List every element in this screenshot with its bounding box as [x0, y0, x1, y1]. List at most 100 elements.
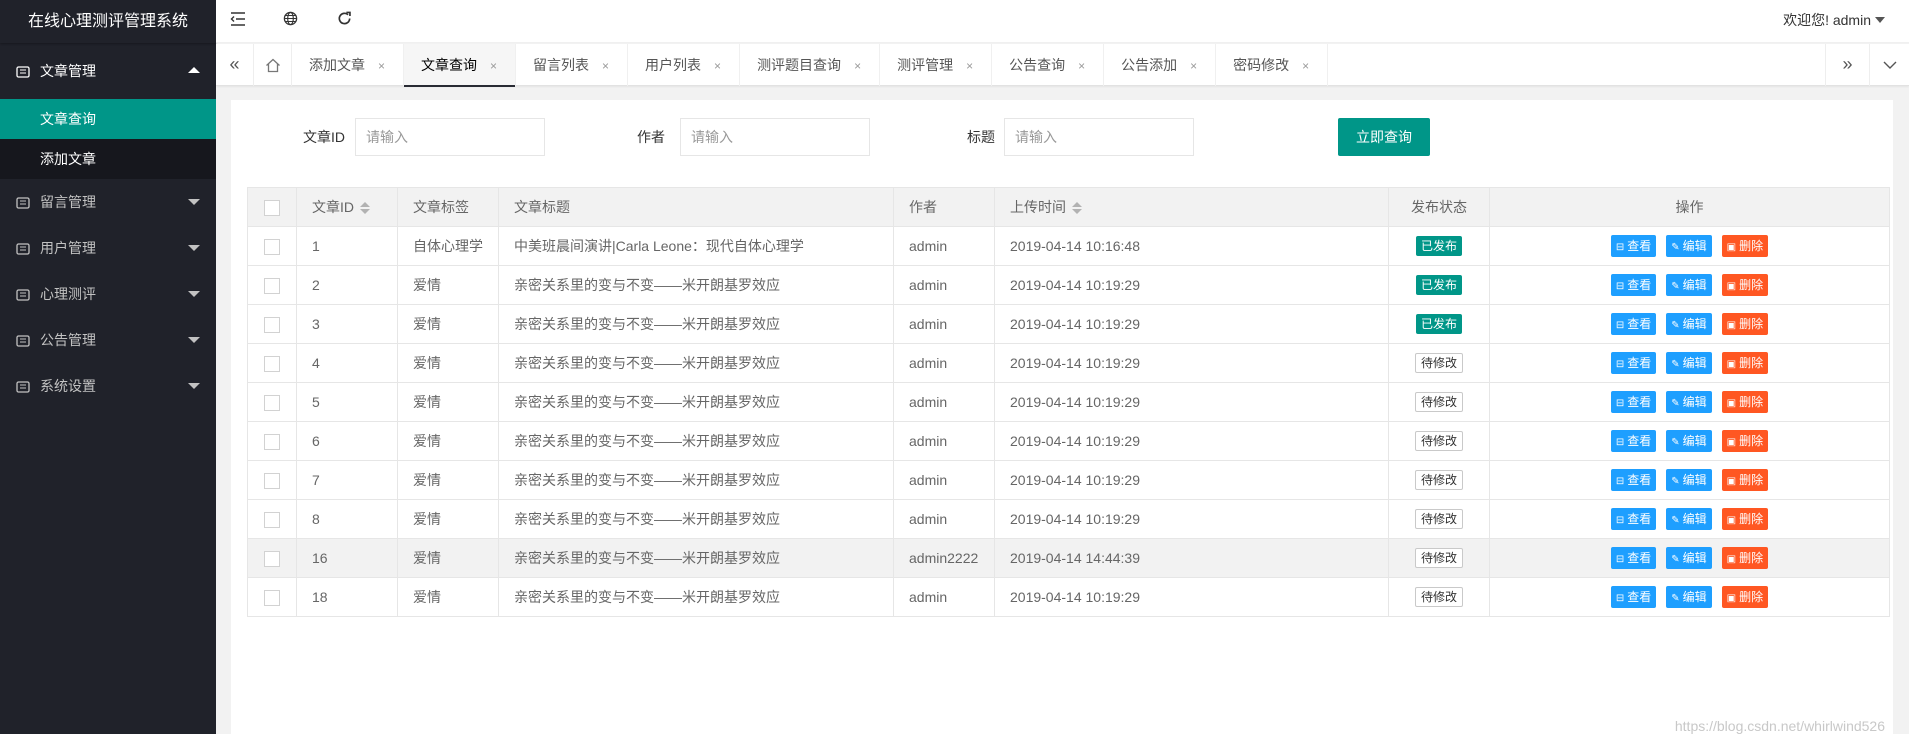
sidebar-item[interactable]: 用户管理 [0, 225, 216, 271]
table-row[interactable]: 6 爱情 亲密关系里的变与不变——米开朗基罗效应 admin 2019-04-14 10… [247, 421, 1890, 461]
delete-button[interactable]: ▣ 删除 [1721, 586, 1769, 608]
view-button[interactable]: ⊟ 查看 [1610, 235, 1657, 257]
table-row[interactable]: 8 爱情 亲密关系里的变与不变——米开朗基罗效应 admin 2019-04-14 10… [247, 499, 1890, 539]
row-select-cell[interactable] [247, 421, 297, 461]
table-row[interactable]: 2 爱情 亲密关系里的变与不变——米开朗基罗效应 admin 2019-04-14 10… [247, 265, 1890, 305]
article-id-input[interactable] [355, 118, 545, 156]
delete-button[interactable]: ▣ 删除 [1721, 547, 1769, 569]
table-row[interactable]: 1 自体心理学 中美班晨间演讲|Carla Leone：现代自体心理学 admin 20… [247, 226, 1890, 266]
delete-button[interactable]: ▣ 删除 [1721, 469, 1769, 491]
view-button[interactable]: ⊟ 查看 [1610, 274, 1657, 296]
home-icon[interactable] [254, 44, 292, 86]
delete-button[interactable]: ▣ 删除 [1721, 391, 1769, 413]
row-checkbox[interactable] [264, 550, 280, 567]
row-select-cell[interactable] [247, 304, 297, 344]
edit-button[interactable]: ✎ 编辑 [1666, 586, 1712, 608]
row-checkbox[interactable] [264, 277, 280, 294]
tab-item[interactable]: 文章查询 × [404, 44, 517, 87]
row-select-cell[interactable] [247, 382, 297, 422]
table-row[interactable]: 3 爱情 亲密关系里的变与不变——米开朗基罗效应 admin 2019-04-14 10… [247, 304, 1890, 344]
tab-item[interactable]: 测评管理 × [880, 44, 993, 86]
row-checkbox[interactable] [264, 433, 280, 450]
user-menu[interactable]: 欢迎您! admin [1783, 0, 1885, 43]
tab-item[interactable]: 留言列表 × [516, 44, 629, 86]
menu-fold-icon[interactable] [216, 0, 260, 43]
delete-button[interactable]: ▣ 删除 [1721, 430, 1769, 452]
row-checkbox[interactable] [264, 316, 280, 333]
close-icon[interactable]: × [714, 59, 721, 73]
author-input[interactable] [680, 118, 870, 156]
tab-item[interactable]: 公告查询 × [992, 44, 1105, 86]
delete-button[interactable]: ▣ 删除 [1721, 508, 1769, 530]
edit-button[interactable]: ✎ 编辑 [1666, 274, 1712, 296]
table-row[interactable]: 5 爱情 亲密关系里的变与不变——米开朗基罗效应 admin 2019-04-14 10… [247, 382, 1890, 422]
select-all-cell[interactable] [247, 187, 297, 227]
edit-button[interactable]: ✎ 编辑 [1666, 430, 1712, 452]
column-header-time[interactable]: 上传时间 [994, 187, 1389, 227]
view-button[interactable]: ⊟ 查看 [1610, 547, 1657, 569]
edit-button[interactable]: ✎ 编辑 [1666, 235, 1712, 257]
sidebar-item[interactable]: 心理测评 [0, 271, 216, 317]
row-select-cell[interactable] [247, 343, 297, 383]
refresh-icon[interactable] [322, 0, 366, 43]
row-checkbox[interactable] [264, 394, 280, 411]
close-icon[interactable]: × [854, 59, 861, 73]
close-icon[interactable]: × [1078, 59, 1085, 73]
delete-button[interactable]: ▣ 删除 [1721, 352, 1769, 374]
view-button[interactable]: ⊟ 查看 [1610, 430, 1657, 452]
globe-icon[interactable] [268, 0, 312, 43]
tab-item[interactable]: 添加文章 × [292, 44, 405, 86]
edit-button[interactable]: ✎ 编辑 [1666, 547, 1712, 569]
row-select-cell[interactable] [247, 460, 297, 500]
delete-button[interactable]: ▣ 删除 [1721, 235, 1769, 257]
edit-button[interactable]: ✎ 编辑 [1666, 391, 1712, 413]
edit-button[interactable]: ✎ 编辑 [1666, 313, 1712, 335]
sidebar-item[interactable]: 留言管理 [0, 179, 216, 225]
table-row[interactable]: 7 爱情 亲密关系里的变与不变——米开朗基罗效应 admin 2019-04-14 10… [247, 460, 1890, 500]
edit-button[interactable]: ✎ 编辑 [1666, 508, 1712, 530]
tabs-scroll-left-icon[interactable]: « [216, 44, 254, 86]
row-checkbox[interactable] [264, 355, 280, 372]
table-row[interactable]: 4 爱情 亲密关系里的变与不变——米开朗基罗效应 admin 2019-04-14 10… [247, 343, 1890, 383]
column-header-id[interactable]: 文章ID [296, 187, 398, 227]
close-icon[interactable]: × [1190, 59, 1197, 73]
delete-button[interactable]: ▣ 删除 [1721, 313, 1769, 335]
close-icon[interactable]: × [1302, 59, 1309, 73]
table-row[interactable]: 18 爱情 亲密关系里的变与不变——米开朗基罗效应 admin 2019-04-14 1… [247, 577, 1890, 617]
row-checkbox[interactable] [264, 238, 280, 255]
row-select-cell[interactable] [247, 577, 297, 617]
row-checkbox[interactable] [264, 472, 280, 489]
view-button[interactable]: ⊟ 查看 [1610, 352, 1657, 374]
search-button[interactable]: 立即查询 [1338, 118, 1430, 156]
table-row[interactable]: 16 爱情 亲密关系里的变与不变——米开朗基罗效应 admin2222 2019-04-… [247, 538, 1890, 578]
tabs-menu-chevron-icon[interactable] [1869, 44, 1909, 86]
row-checkbox[interactable] [264, 589, 280, 606]
tab-item[interactable]: 公告添加 × [1104, 44, 1217, 86]
view-button[interactable]: ⊟ 查看 [1610, 313, 1657, 335]
tabs-scroll-right-icon[interactable]: » [1825, 44, 1869, 86]
sidebar-item[interactable]: 系统设置 [0, 363, 216, 409]
view-button[interactable]: ⊟ 查看 [1610, 391, 1657, 413]
row-checkbox[interactable] [264, 511, 280, 528]
row-select-cell[interactable] [247, 226, 297, 266]
tab-item[interactable]: 用户列表 × [628, 44, 741, 86]
sort-icon[interactable] [360, 201, 370, 215]
row-select-cell[interactable] [247, 499, 297, 539]
close-icon[interactable]: × [966, 59, 973, 73]
close-icon[interactable]: × [490, 59, 497, 73]
close-icon[interactable]: × [602, 59, 609, 73]
close-icon[interactable]: × [378, 59, 385, 73]
sidebar-subitem[interactable]: 添加文章 [0, 139, 216, 179]
sidebar-item[interactable]: 文章管理 [0, 43, 216, 99]
tab-item[interactable]: 密码修改 × [1216, 44, 1329, 86]
row-select-cell[interactable] [247, 538, 297, 578]
edit-button[interactable]: ✎ 编辑 [1666, 469, 1712, 491]
view-button[interactable]: ⊟ 查看 [1610, 586, 1657, 608]
sort-icon[interactable] [1072, 201, 1082, 215]
title-input[interactable] [1004, 118, 1194, 156]
tab-item[interactable]: 测评题目查询 × [740, 44, 881, 86]
sidebar-item[interactable]: 公告管理 [0, 317, 216, 363]
row-select-cell[interactable] [247, 265, 297, 305]
select-all-checkbox[interactable] [264, 199, 280, 216]
view-button[interactable]: ⊟ 查看 [1610, 508, 1657, 530]
